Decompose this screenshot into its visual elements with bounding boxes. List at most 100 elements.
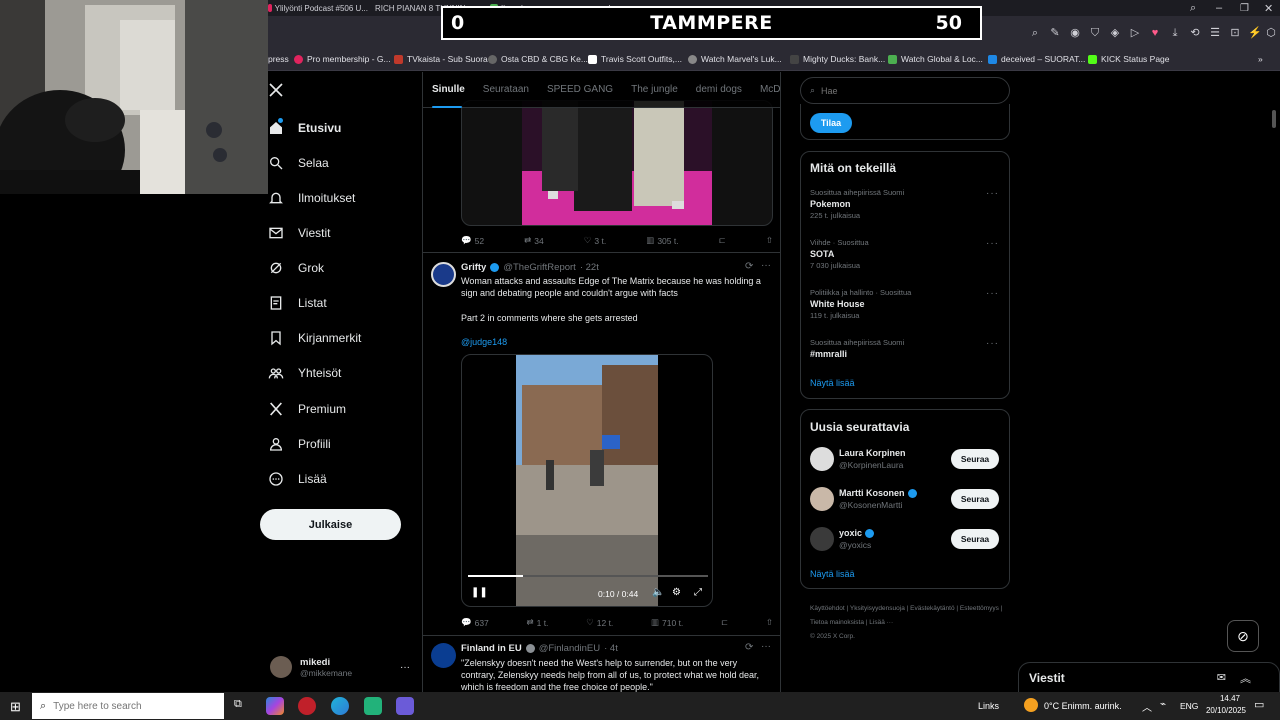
tweet-time[interactable]: · 22t bbox=[580, 262, 599, 273]
minimize-icon[interactable]: – bbox=[1216, 1, 1230, 15]
share-button[interactable]: ⇧ bbox=[766, 235, 773, 246]
bookmark-item[interactable]: deceived – SUORAT... bbox=[988, 54, 1085, 64]
edge-icon[interactable] bbox=[331, 697, 349, 715]
reply-button[interactable]: 💬 637 bbox=[461, 617, 489, 628]
show-more-link[interactable]: Näytä lisää bbox=[810, 569, 855, 579]
app-icon[interactable] bbox=[364, 697, 382, 715]
follow-button[interactable]: Seuraa bbox=[951, 489, 999, 509]
nav-notifications[interactable]: Ilmoitukset bbox=[268, 190, 355, 206]
more-dots-icon[interactable]: ··· bbox=[986, 238, 999, 249]
trend-item[interactable]: Viihde · Suosittua SOTA 7 030 julkaisua bbox=[810, 238, 1000, 270]
new-message-icon[interactable]: ✉ bbox=[1217, 671, 1226, 684]
more-dots-icon[interactable]: ··· bbox=[986, 188, 999, 199]
task-view-icon[interactable]: ⧉ bbox=[234, 698, 242, 711]
nav-bookmarks[interactable]: Kirjanmerkit bbox=[268, 330, 361, 346]
x-logo-icon[interactable] bbox=[268, 82, 284, 98]
tab-following[interactable]: Seurataan bbox=[474, 84, 538, 95]
show-more-link[interactable]: Näytä lisää bbox=[810, 378, 855, 388]
search-box[interactable]: ⌕ bbox=[800, 77, 1010, 104]
grok-icon[interactable]: ⟳ bbox=[745, 642, 753, 653]
taskbar-search-box[interactable]: ⌕ bbox=[32, 693, 224, 719]
browser-tab[interactable]: Ylilyönti Podcast #506 U... bbox=[268, 1, 368, 15]
bookmark-item[interactable]: Osta CBD & CBG Ke... bbox=[488, 54, 588, 64]
follow-button[interactable]: Seuraa bbox=[951, 449, 999, 469]
account-switcher[interactable]: mikedi @mikkemane ··· bbox=[270, 652, 410, 682]
bookmark-item[interactable]: Travis Scott Outfits,... bbox=[588, 54, 682, 64]
volume-icon[interactable]: 🔈 bbox=[652, 587, 664, 598]
bookmark-button[interactable]: ⊏ bbox=[721, 617, 728, 628]
cube-icon[interactable]: ⬡ bbox=[1264, 26, 1278, 40]
heart-icon[interactable]: ♥ bbox=[1148, 26, 1162, 40]
notifications-icon[interactable]: ▭ bbox=[1254, 698, 1264, 711]
nav-communities[interactable]: Yhteisöt bbox=[268, 365, 341, 381]
more-dots-icon[interactable]: ··· bbox=[761, 260, 771, 271]
fullscreen-icon[interactable]: ⤢ bbox=[694, 587, 702, 598]
tweet-media[interactable] bbox=[461, 100, 773, 226]
tweet-author[interactable]: Finland in EU bbox=[461, 643, 522, 654]
close-icon[interactable]: ✕ bbox=[1264, 1, 1278, 15]
vpn-icon[interactable]: ⚡ bbox=[1248, 26, 1262, 40]
edit-icon[interactable]: ✎ bbox=[1048, 26, 1062, 40]
nav-profile[interactable]: Profiili bbox=[268, 436, 331, 452]
search-icon[interactable]: ⌕ bbox=[1190, 1, 1204, 15]
bookmark-item[interactable]: Pro membership - G... bbox=[294, 54, 391, 64]
views-button[interactable]: ▥ 305 t. bbox=[646, 235, 678, 246]
play-icon[interactable]: ▷ bbox=[1128, 26, 1142, 40]
trend-item[interactable]: Suosittua aihepiirissä Suomi Pokemon 225… bbox=[810, 188, 1000, 220]
bookmark-item[interactable]: Watch Global & Loc... bbox=[888, 54, 983, 64]
like-button[interactable]: ♡ 12 t. bbox=[586, 617, 613, 628]
copilot-icon[interactable] bbox=[266, 697, 284, 715]
trend-item[interactable]: Politiikka ja hallinto · Suosittua White… bbox=[810, 288, 1000, 320]
nav-premium[interactable]: Premium bbox=[268, 401, 346, 417]
repost-button[interactable]: ⇄ 34 bbox=[524, 235, 544, 246]
menu-icon[interactable]: ☰ bbox=[1208, 26, 1222, 40]
bookmarks-overflow-icon[interactable]: » bbox=[1258, 54, 1263, 64]
bookmark-item[interactable]: Mighty Ducks: Bank... bbox=[790, 54, 885, 64]
search-icon[interactable]: ⌕ bbox=[1028, 26, 1042, 40]
grok-icon[interactable]: ⟳ bbox=[745, 261, 753, 272]
trend-item[interactable]: Suosittua aihepiirissä Suomi #mmralli bbox=[810, 338, 1000, 359]
tab-demi-dogs[interactable]: demi dogs bbox=[687, 84, 751, 95]
restore-icon[interactable]: ❐ bbox=[1240, 1, 1254, 15]
more-dots-icon[interactable]: ··· bbox=[986, 338, 999, 349]
tab-mcdonal[interactable]: McDonal bbox=[751, 84, 780, 95]
messages-drawer[interactable]: Viestit ✉ ︽ bbox=[1018, 662, 1280, 692]
clock-time[interactable]: 14.47 bbox=[1210, 694, 1250, 703]
bookmark-item[interactable]: KICK Status Page bbox=[1088, 54, 1170, 64]
clock-date[interactable]: 20/10/2025 bbox=[1200, 706, 1252, 715]
shield-icon[interactable]: ⛉ bbox=[1088, 26, 1102, 40]
nav-messages[interactable]: Viestit bbox=[268, 225, 330, 241]
tweet-handle[interactable]: @TheGriftReport bbox=[503, 262, 575, 273]
camera-icon[interactable]: ◉ bbox=[1068, 26, 1082, 40]
avatar[interactable] bbox=[431, 262, 456, 287]
tweet-time[interactable]: · 4t bbox=[604, 643, 618, 654]
history-icon[interactable]: ⟲ bbox=[1188, 26, 1202, 40]
nav-explore[interactable]: Selaa bbox=[268, 155, 329, 171]
pause-icon[interactable]: ❚❚ bbox=[471, 587, 488, 598]
nav-lists[interactable]: Listat bbox=[268, 295, 327, 311]
nav-grok[interactable]: Grok bbox=[268, 260, 324, 276]
follow-button[interactable]: Seuraa bbox=[951, 529, 999, 549]
more-dots-icon[interactable]: ··· bbox=[986, 288, 999, 299]
bookmark-item[interactable]: press bbox=[268, 54, 289, 64]
language-indicator[interactable]: ENG bbox=[1180, 701, 1198, 711]
tweet-mention[interactable]: @judge148 bbox=[461, 336, 507, 348]
more-dots-icon[interactable]: ··· bbox=[761, 641, 771, 652]
download-icon[interactable]: ⤓ bbox=[1168, 26, 1182, 40]
bookmark-item[interactable]: TVkaista - Sub Suora bbox=[394, 54, 488, 64]
reply-button[interactable]: 💬 52 bbox=[461, 235, 484, 246]
taskbar-search-input[interactable] bbox=[53, 700, 214, 712]
settings-gear-icon[interactable]: ⚙ bbox=[672, 587, 681, 598]
network-icon[interactable]: ⌁ bbox=[1160, 699, 1166, 710]
tweet-author[interactable]: Grifty bbox=[461, 262, 486, 273]
expand-icon[interactable]: ︽ bbox=[1240, 670, 1251, 686]
share-button[interactable]: ⇧ bbox=[766, 617, 773, 628]
post-button[interactable]: Julkaise bbox=[260, 509, 401, 540]
tab-speed-gang[interactable]: SPEED GANG bbox=[538, 84, 622, 95]
taskbar-links[interactable]: Links bbox=[978, 701, 999, 711]
nav-more[interactable]: Lisää bbox=[268, 471, 327, 487]
weather-text[interactable]: 0°C Enimm. aurink. bbox=[1044, 701, 1122, 711]
video-player[interactable]: ❚❚ 0:10 / 0:44 🔈 ⚙ ⤢ bbox=[461, 354, 713, 607]
tray-expand-icon[interactable]: ︿ bbox=[1142, 699, 1152, 714]
repost-button[interactable]: ⇄ 1 t. bbox=[526, 617, 548, 628]
